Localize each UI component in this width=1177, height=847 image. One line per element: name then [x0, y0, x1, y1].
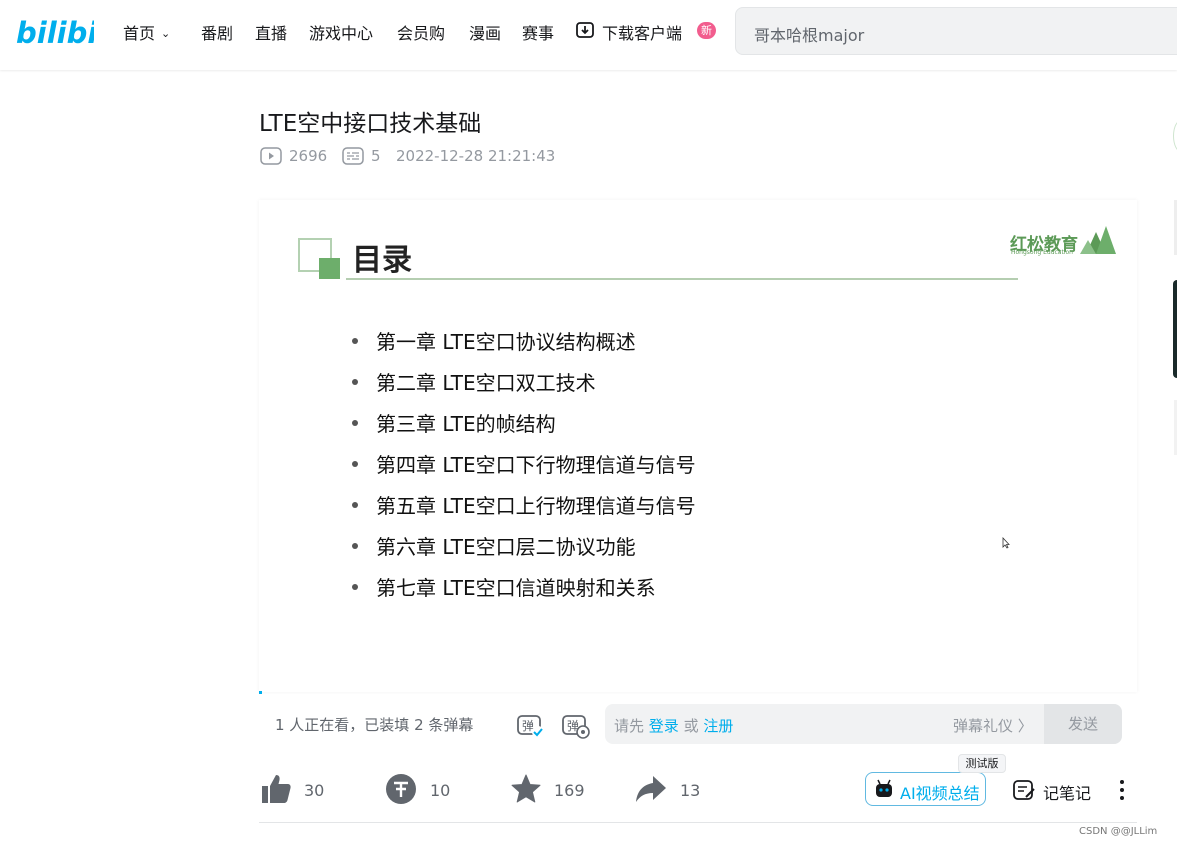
- bilibili-logo[interactable]: bilibili: [16, 14, 94, 50]
- toc-item-text: 第二章 LTE空口双工技术: [376, 371, 596, 395]
- nav-home-label: 首页: [123, 24, 156, 43]
- chevron-down-icon: ⌄: [161, 27, 171, 40]
- publish-date: 2022-12-28 21:21:43: [396, 147, 556, 165]
- nav-anime[interactable]: 番剧: [201, 20, 233, 44]
- toc-item-text: 第五章 LTE空口上行物理信道与信号: [376, 494, 696, 518]
- toolbar-divider: [259, 822, 1137, 823]
- toc-item: 第五章 LTE空口上行物理信道与信号: [352, 490, 696, 531]
- bullet-icon: [352, 379, 358, 385]
- slide-toc-list: 第一章 LTE空口协议结构概述 第二章 LTE空口双工技术 第三章 LTE的帧结…: [352, 326, 696, 613]
- danmaku-count-icon: [342, 147, 364, 165]
- nav-manga[interactable]: 漫画: [469, 20, 501, 44]
- beta-tag: 测试版: [958, 754, 1006, 773]
- slide-deco-square-filled: [319, 258, 340, 279]
- bullet-icon: [352, 584, 358, 590]
- mouse-cursor-icon: [1002, 537, 1010, 549]
- nav-mall[interactable]: 会员购: [397, 20, 445, 44]
- toc-item-text: 第六章 LTE空口层二协议功能: [376, 535, 636, 559]
- video-title: LTE空中接口技术基础: [259, 111, 482, 137]
- like-icon[interactable]: [259, 772, 293, 806]
- login-link[interactable]: 登录: [649, 717, 679, 735]
- svg-text:bilibili: bilibili: [16, 16, 94, 50]
- coin-count: 10: [430, 781, 451, 800]
- pine-tree-icon: [1080, 226, 1116, 254]
- robot-icon: [876, 779, 892, 797]
- search-input[interactable]: 哥本哈根major: [754, 22, 864, 46]
- nav-esports[interactable]: 赛事: [522, 20, 554, 44]
- coin-icon[interactable]: [384, 772, 418, 806]
- take-note-button[interactable]: 记笔记: [1043, 780, 1091, 804]
- toc-item: 第六章 LTE空口层二协议功能: [352, 531, 696, 572]
- slide-heading-underline: [346, 278, 1018, 280]
- play-count-icon: [260, 147, 282, 165]
- toc-item: 第三章 LTE的帧结构: [352, 408, 696, 449]
- toc-item: 第四章 LTE空口下行物理信道与信号: [352, 449, 696, 490]
- nav-live[interactable]: 直播: [255, 20, 287, 44]
- register-link[interactable]: 注册: [703, 717, 733, 735]
- toc-item: 第一章 LTE空口协议结构概述: [352, 326, 696, 367]
- toc-item: 第七章 LTE空口信道映射和关系: [352, 572, 696, 613]
- danmaku-count: 5: [371, 147, 381, 165]
- like-count: 30: [304, 781, 325, 800]
- new-badge: 新: [697, 22, 716, 39]
- bullet-icon: [352, 543, 358, 549]
- ai-summary-label: AI视频总结: [900, 784, 980, 803]
- danmaku-settings-icon[interactable]: 弹: [561, 710, 591, 740]
- toc-item-text: 第四章 LTE空口下行物理信道与信号: [376, 453, 696, 477]
- favorite-count: 169: [554, 781, 585, 800]
- search-bar[interactable]: 哥本哈根major: [735, 7, 1177, 55]
- right-panel-thumbnail-fragment: [1173, 280, 1177, 378]
- toc-item: 第二章 LTE空口双工技术: [352, 367, 696, 408]
- share-count: 13: [680, 781, 701, 800]
- nav-game-center[interactable]: 游戏中心: [309, 20, 373, 44]
- danmaku-login-prompt: 请先 登录 或 注册: [614, 715, 733, 736]
- toc-item-text: 第三章 LTE的帧结构: [376, 412, 556, 436]
- send-danmaku-button[interactable]: 发送: [1044, 704, 1122, 744]
- share-arrow-icon[interactable]: [634, 772, 668, 806]
- more-options-icon[interactable]: [1118, 778, 1126, 802]
- toc-item-text: 第七章 LTE空口信道映射和关系: [376, 576, 656, 600]
- nav-home[interactable]: 首页 ⌄: [123, 20, 170, 44]
- slide-heading: 目录: [352, 243, 412, 278]
- danmaku-viewer-info: 1 人正在看，已装填 2 条弹幕: [275, 716, 474, 734]
- bullet-icon: [352, 338, 358, 344]
- bullet-icon: [352, 420, 358, 426]
- slide-brand-subtitle: Hongsong Education: [1011, 249, 1073, 256]
- top-header: bilibili 首页⌄ 番剧 直播 游戏中心 会员购 漫画 赛事 下载客户端 …: [0, 0, 1177, 70]
- danmaku-toggle-icon[interactable]: 弹: [516, 710, 546, 740]
- prompt-prefix: 请先: [614, 717, 645, 735]
- csdn-watermark: CSDN @@JLLim: [1079, 826, 1158, 837]
- note-icon[interactable]: [1012, 779, 1036, 801]
- bullet-icon: [352, 502, 358, 508]
- right-panel-avatar-fragment: [1173, 120, 1177, 152]
- bullet-icon: [352, 461, 358, 467]
- nav-download-client[interactable]: 下载客户端: [602, 20, 682, 44]
- favorite-star-icon[interactable]: [509, 772, 543, 806]
- danmaku-etiquette-link[interactable]: 弹幕礼仪 〉: [953, 715, 1033, 736]
- view-count: 2696: [289, 147, 328, 165]
- prompt-or: 或: [683, 717, 699, 735]
- download-icon[interactable]: [575, 20, 595, 40]
- toc-item-text: 第一章 LTE空口协议结构概述: [376, 330, 636, 354]
